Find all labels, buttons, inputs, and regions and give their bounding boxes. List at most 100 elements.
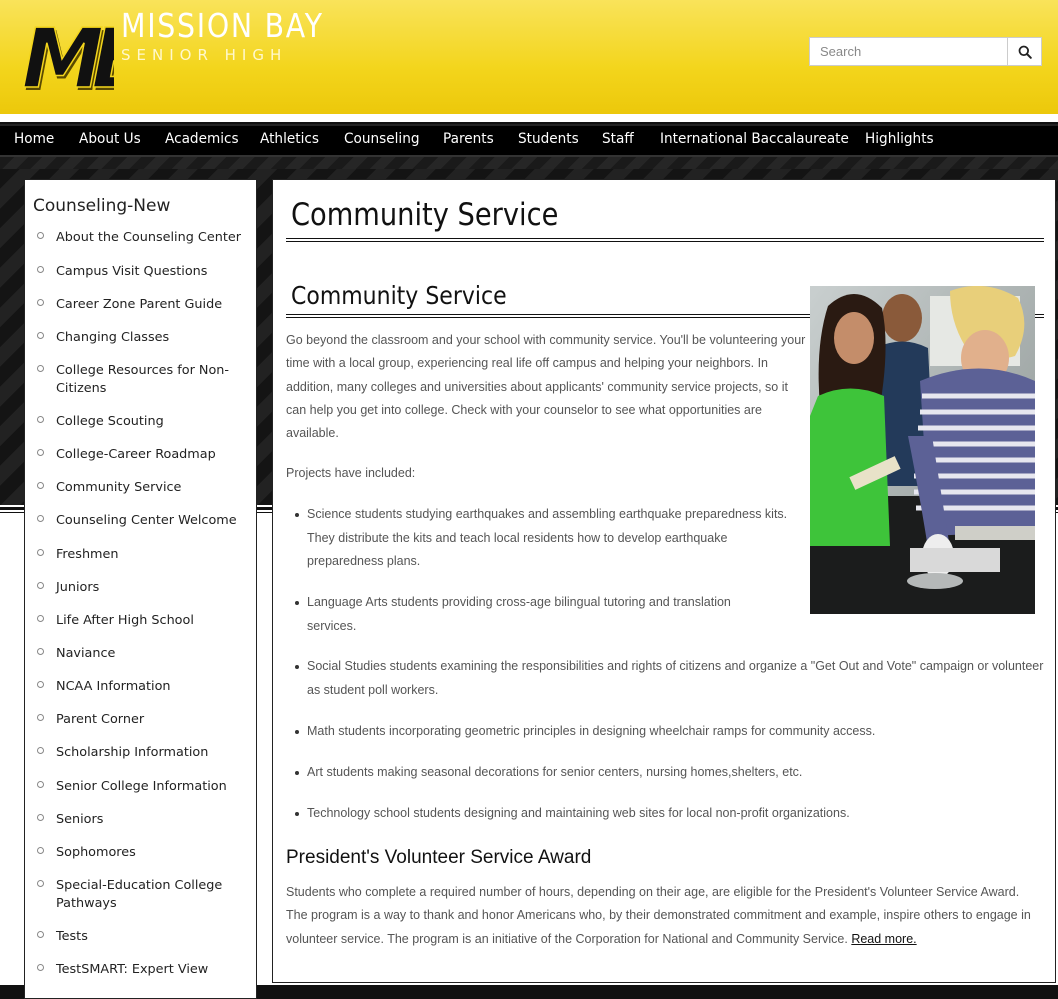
sidebar-item-label: Juniors	[56, 580, 100, 595]
nav-item-highlights[interactable]: Highlights	[865, 131, 934, 147]
nav-item-home[interactable]: Home	[14, 131, 54, 147]
list-item: Technology school students designing and…	[295, 802, 1047, 826]
sidebar-item-special-education-college-pathways[interactable]: Special-Education College Pathways	[37, 877, 251, 913]
sidebar: Counseling-New About the Counseling Cent…	[24, 179, 257, 999]
main-content: Community Service Community Service Go b…	[272, 179, 1056, 983]
sidebar-item-label: College Scouting	[56, 414, 164, 429]
sidebar-item-label: About the Counseling Center	[56, 230, 241, 245]
sidebar-item-juniors[interactable]: Juniors	[37, 579, 251, 597]
bullet-icon	[37, 781, 44, 788]
sidebar-item-sophomores[interactable]: Sophomores	[37, 844, 251, 862]
nav-item-counseling[interactable]: Counseling	[344, 131, 419, 147]
sidebar-item-label: Seniors	[56, 812, 104, 827]
bullet-icon	[37, 482, 44, 489]
nav-item-parents[interactable]: Parents	[443, 131, 494, 147]
list-item: Math students incorporating geometric pr…	[295, 720, 1047, 744]
sidebar-item-label: Tests	[56, 929, 88, 944]
sidebar-item-changing-classes[interactable]: Changing Classes	[37, 329, 251, 347]
nav-item-staff[interactable]: Staff	[602, 131, 634, 147]
bullet-icon	[37, 880, 44, 887]
sidebar-item-life-after-high-school[interactable]: Life After High School	[37, 612, 251, 630]
nav-item-students[interactable]: Students	[518, 131, 579, 147]
sidebar-item-career-zone-parent-guide[interactable]: Career Zone Parent Guide	[37, 296, 251, 314]
bullet-icon	[37, 365, 44, 372]
nav-item-about-us[interactable]: About Us	[79, 131, 141, 147]
sidebar-item-label: Sophomores	[56, 845, 136, 860]
page-title: Community Service	[291, 197, 559, 233]
bullet-icon	[37, 449, 44, 456]
bullet-icon	[37, 747, 44, 754]
bullet-icon	[37, 332, 44, 339]
sidebar-item-label: Life After High School	[56, 613, 194, 628]
school-logo[interactable]: MB MB	[21, 8, 163, 110]
sidebar-item-naviance[interactable]: Naviance	[37, 645, 251, 663]
sidebar-item-label: Career Zone Parent Guide	[56, 297, 223, 312]
school-name[interactable]: MISSION BAY	[121, 6, 324, 45]
sidebar-item-label: Parent Corner	[56, 712, 145, 727]
sidebar-item-label: Community Service	[56, 480, 182, 495]
students-photo	[810, 286, 1035, 614]
sidebar-item-senior-college-information[interactable]: Senior College Information	[37, 778, 251, 796]
sidebar-item-label: Freshmen	[56, 547, 119, 562]
award-heading: President's Volunteer Service Award	[286, 847, 592, 868]
search-icon	[1018, 45, 1032, 59]
nav-item-international-baccalaureate[interactable]: International Baccalaureate	[660, 131, 849, 147]
bullet-icon	[37, 615, 44, 622]
bullet-icon	[37, 814, 44, 821]
bullet-icon	[37, 515, 44, 522]
bullet-icon	[37, 266, 44, 273]
read-more-link[interactable]: Read more.	[851, 932, 916, 946]
bullet-icon	[37, 931, 44, 938]
sidebar-item-seniors[interactable]: Seniors	[37, 811, 251, 829]
sidebar-item-label: Counseling Center Welcome	[56, 513, 237, 528]
sidebar-item-about-the-counseling-center[interactable]: About the Counseling Center	[37, 229, 251, 247]
bullet-icon	[37, 847, 44, 854]
sidebar-item-college-scouting[interactable]: College Scouting	[37, 413, 251, 431]
sidebar-item-label: TestSMART: Expert View	[56, 962, 209, 977]
sidebar-item-label: NCAA Information	[56, 679, 171, 694]
bullet-icon	[37, 714, 44, 721]
award-paragraph: Students who complete a required number …	[286, 881, 1041, 951]
sidebar-item-counseling-center-welcome[interactable]: Counseling Center Welcome	[37, 512, 251, 530]
search-box	[809, 37, 1042, 66]
bullet-icon	[37, 549, 44, 556]
search-input[interactable]	[810, 38, 1008, 65]
search-button[interactable]	[1007, 38, 1041, 65]
bullet-icon	[37, 299, 44, 306]
sidebar-item-testsmart-expert-view[interactable]: TestSMART: Expert View	[37, 961, 251, 979]
sidebar-title: Counseling-New	[33, 196, 171, 216]
bullet-icon	[37, 232, 44, 239]
sidebar-item-label: Naviance	[56, 646, 116, 661]
list-item: Science students studying earthquakes an…	[295, 503, 802, 574]
sidebar-item-college-resources-for-non-citizens[interactable]: College Resources for Non-Citizens	[37, 362, 251, 398]
bullet-icon	[37, 416, 44, 423]
sidebar-item-tests[interactable]: Tests	[37, 928, 251, 946]
sidebar-item-ncaa-information[interactable]: NCAA Information	[37, 678, 251, 696]
school-subtitle: SENIOR HIGH	[121, 46, 288, 64]
sidebar-item-label: Scholarship Information	[56, 745, 209, 760]
sidebar-item-label: Special-Education College Pathways	[56, 878, 223, 911]
nav-item-academics[interactable]: Academics	[165, 131, 239, 147]
list-item: Language Arts students providing cross-a…	[295, 591, 767, 638]
list-item: Art students making seasonal decorations…	[295, 761, 1047, 785]
sidebar-item-college-career-roadmap[interactable]: College-Career Roadmap	[37, 446, 251, 464]
svg-text:MB: MB	[22, 12, 114, 100]
sidebar-item-community-service[interactable]: Community Service	[37, 479, 251, 497]
sidebar-item-campus-visit-questions[interactable]: Campus Visit Questions	[37, 263, 251, 281]
section-title: Community Service	[291, 281, 507, 310]
nav-item-athletics[interactable]: Athletics	[260, 131, 319, 147]
bullet-icon	[37, 964, 44, 971]
sidebar-item-label: Senior College Information	[56, 779, 227, 794]
projects-label: Projects have included:	[286, 466, 416, 480]
sidebar-item-parent-corner[interactable]: Parent Corner	[37, 711, 251, 729]
nav-bottom-band	[0, 157, 1058, 169]
bullet-icon	[37, 582, 44, 589]
sidebar-item-freshmen[interactable]: Freshmen	[37, 546, 251, 564]
sidebar-item-label: College Resources for Non-Citizens	[56, 363, 230, 396]
bullet-icon	[37, 681, 44, 688]
sidebar-item-label: College-Career Roadmap	[56, 447, 216, 462]
title-divider	[286, 238, 1044, 242]
nav-top-border	[0, 114, 1058, 122]
sidebar-item-scholarship-information[interactable]: Scholarship Information	[37, 744, 251, 762]
site-header: MB MB MISSION BAY SENIOR HIGH	[0, 0, 1058, 114]
